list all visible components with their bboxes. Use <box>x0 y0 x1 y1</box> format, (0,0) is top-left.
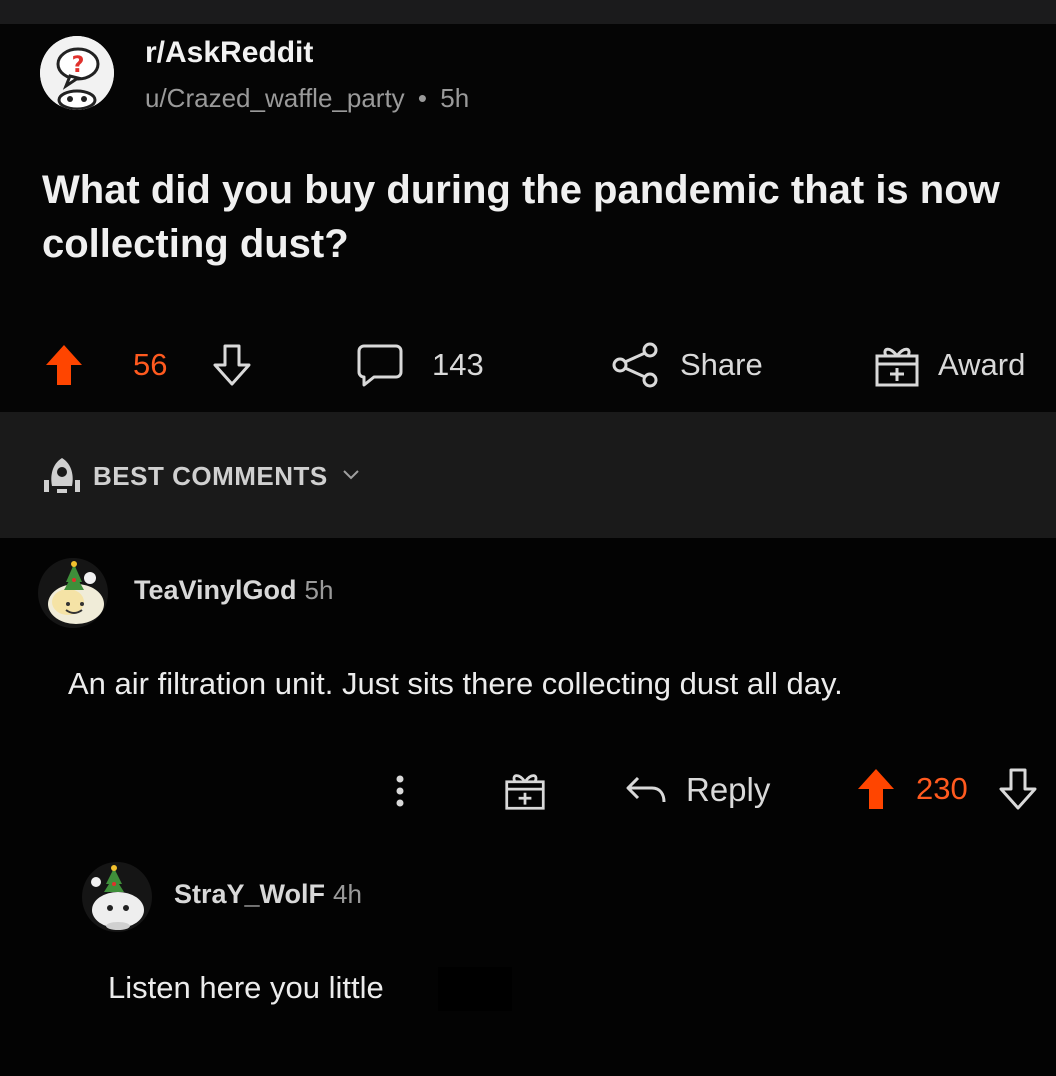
meta-separator: • <box>417 83 428 113</box>
more-button[interactable] <box>392 771 408 811</box>
askreddit-logo-icon: ? <box>40 36 114 110</box>
redaction-box <box>438 967 512 1011</box>
comment-score-value: 230 <box>916 771 968 806</box>
user-avatar[interactable] <box>82 862 152 932</box>
upvote-icon <box>46 345 82 385</box>
comment-icon <box>357 344 403 387</box>
share-label: Share <box>680 347 763 382</box>
comment-count: 143 <box>432 347 484 382</box>
comment-body: An air filtration unit. Just sits there … <box>68 666 843 701</box>
reply-icon <box>626 776 666 803</box>
comment-actions: Reply 230 <box>0 755 1056 825</box>
comment-username[interactable]: StraY_WolF <box>174 879 325 909</box>
comment-header: StraY_WolF 4h <box>174 879 362 910</box>
subreddit-avatar[interactable]: ? <box>40 36 114 110</box>
award-icon <box>505 774 545 810</box>
chevron-down-icon[interactable] <box>342 468 360 482</box>
subreddit-name[interactable]: r/AskReddit <box>145 36 313 70</box>
post-actions: 56 143 Share Award <box>0 330 1056 400</box>
comment-downvote-button[interactable] <box>998 767 1038 811</box>
svg-text:?: ? <box>72 53 85 78</box>
reply-label: Reply <box>686 771 771 808</box>
post-meta: u/Crazed_waffle_party • 5h <box>145 83 469 114</box>
snoo-avatar-icon <box>48 561 104 624</box>
more-icon <box>396 775 404 807</box>
comment-age: 5h <box>304 575 334 605</box>
user-avatar[interactable] <box>38 558 108 628</box>
comment-username[interactable]: TeaVinylGod <box>134 575 297 605</box>
post-age: 5h <box>440 83 470 113</box>
award-icon <box>875 347 919 387</box>
comments-button[interactable]: 143 <box>356 330 484 400</box>
rocket-icon <box>42 456 82 498</box>
post-score: 56 <box>133 347 168 382</box>
award-button[interactable]: Award <box>874 330 1025 400</box>
comment-age: 4h <box>333 879 362 909</box>
comment-upvote-button[interactable] <box>856 767 896 811</box>
downvote-icon <box>999 768 1037 810</box>
snoo-avatar-icon <box>91 865 144 930</box>
post-author[interactable]: u/Crazed_waffle_party <box>145 83 405 113</box>
upvote-button[interactable] <box>44 330 84 400</box>
comment-award-button[interactable] <box>504 769 546 811</box>
sort-label[interactable]: BEST COMMENTS <box>93 461 328 492</box>
upvote-icon <box>858 769 894 809</box>
reply-button[interactable]: Reply <box>624 769 770 811</box>
comment-header: TeaVinylGod 5h <box>134 575 333 606</box>
comment-body: Listen here you little <box>108 970 384 1005</box>
downvote-icon <box>213 344 251 386</box>
post-vote-count: 56 <box>133 330 167 400</box>
status-bar <box>0 0 1056 24</box>
post-title[interactable]: What did you buy during the pandemic tha… <box>42 163 1022 271</box>
share-button[interactable]: Share <box>610 330 763 400</box>
share-icon <box>612 342 658 388</box>
award-label: Award <box>938 347 1026 382</box>
comment-score: 230 <box>916 771 968 807</box>
downvote-button[interactable] <box>212 330 252 400</box>
